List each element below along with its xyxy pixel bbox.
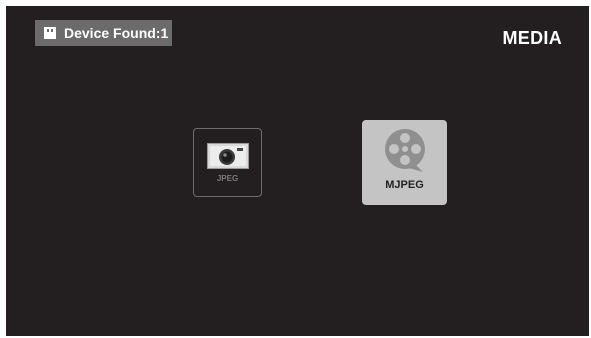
film-reel-icon	[381, 128, 429, 174]
device-found-badge: Device Found:1	[35, 20, 172, 46]
mjpeg-label: MJPEG	[385, 179, 424, 191]
media-screen: Device Found:1 MEDIA JPEG MJPEG	[6, 6, 589, 336]
jpeg-tile[interactable]: JPEG	[193, 128, 262, 197]
page-title: MEDIA	[502, 28, 562, 48]
usb-drive-icon	[43, 26, 57, 40]
device-found-text: Device Found:1	[64, 25, 169, 41]
jpeg-label: JPEG	[216, 174, 239, 183]
camera-icon	[206, 143, 249, 169]
mjpeg-tile[interactable]: MJPEG	[362, 120, 447, 205]
